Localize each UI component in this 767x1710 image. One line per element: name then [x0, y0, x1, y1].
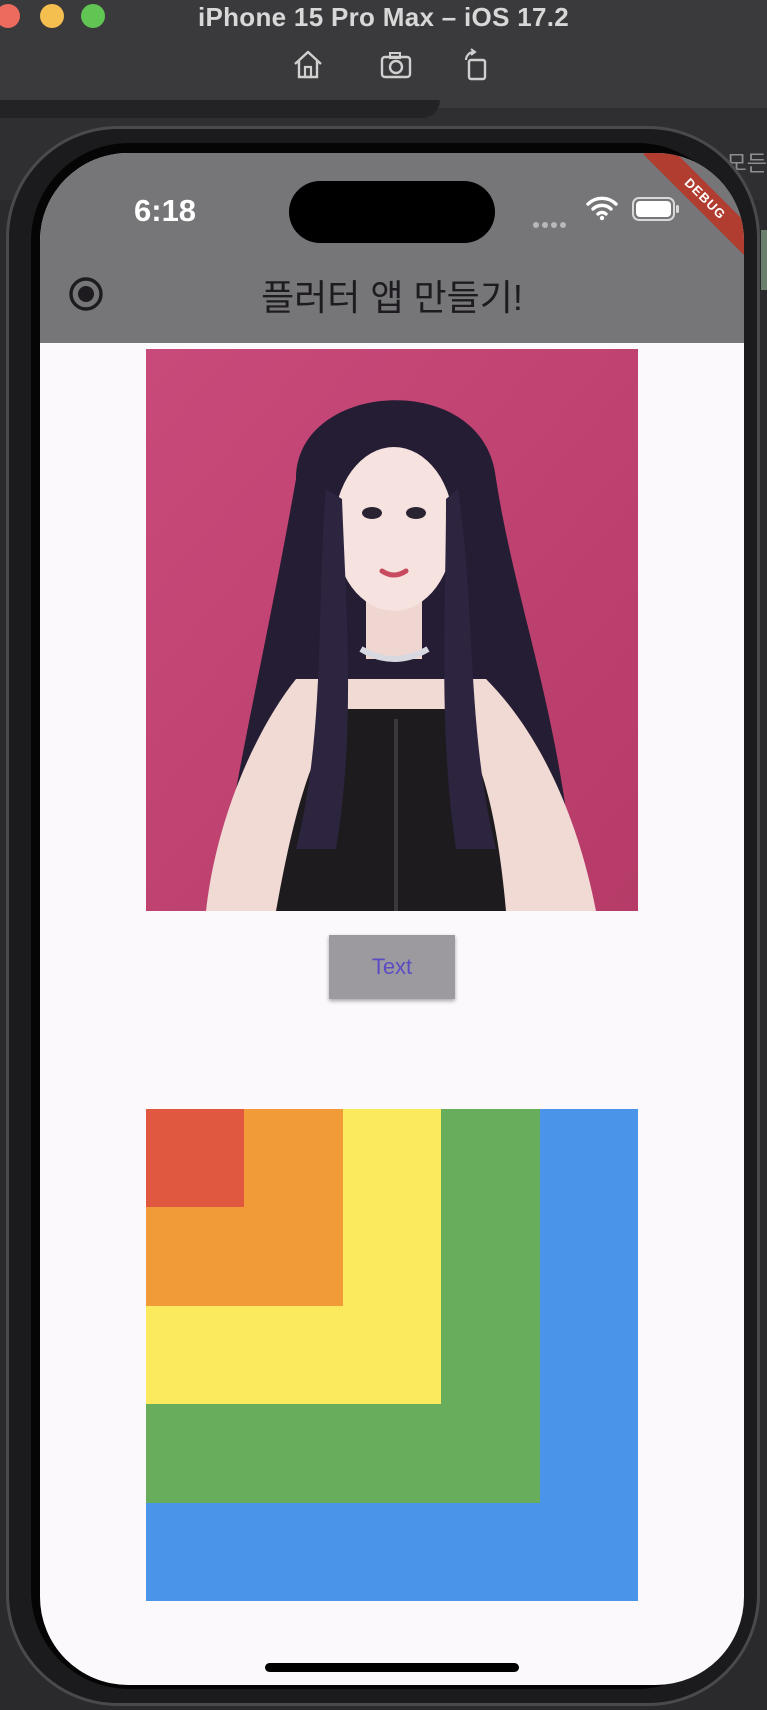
simulator-titlebar: iPhone 15 Pro Max – iOS 17.2: [0, 0, 767, 109]
iphone-frame: 6:18 DEBUG 플러터 앱 만들기! Text: [6, 126, 760, 1706]
background-window-edge: [761, 230, 767, 290]
phone-screen: 6:18 DEBUG 플러터 앱 만들기! Text: [40, 153, 744, 1685]
app-bar: 6:18 DEBUG 플러터 앱 만들기!: [40, 153, 744, 343]
background-window-bar: [0, 100, 440, 118]
profile-photo: [146, 349, 638, 911]
app-bar-title: 플러터 앱 만들기!: [261, 277, 523, 318]
text-button[interactable]: Text: [329, 935, 455, 999]
nested-color-boxes: [146, 1109, 638, 1601]
home-icon[interactable]: [291, 48, 325, 82]
screenshot-icon[interactable]: [379, 48, 413, 82]
rotate-icon[interactable]: [459, 48, 493, 82]
window-title: iPhone 15 Pro Max – iOS 17.2: [197, 2, 570, 32]
red-box: [146, 1109, 244, 1207]
cellular-signal-icon: [533, 215, 569, 233]
wifi-icon: [586, 196, 618, 221]
iphone-bezel: 6:18 DEBUG 플러터 앱 만들기! Text: [31, 143, 744, 1689]
battery-icon: [632, 197, 679, 221]
home-indicator[interactable]: [265, 1663, 519, 1672]
status-time: 6:18: [134, 193, 197, 228]
dynamic-island: [289, 181, 495, 243]
